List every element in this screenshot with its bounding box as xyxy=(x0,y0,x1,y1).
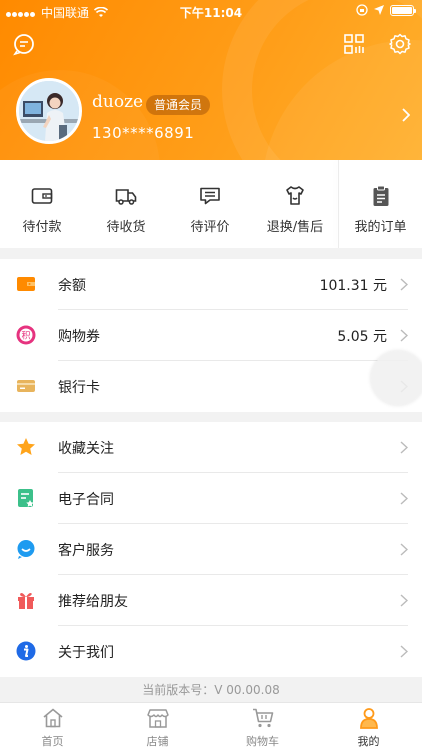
row-label: 电子合同 xyxy=(58,492,114,508)
order-pending-receipt[interactable]: 待收货 xyxy=(84,160,168,248)
coupon-value: 5.05 元 xyxy=(337,329,387,345)
balance-value: 101.31 元 xyxy=(319,278,387,294)
row-label: 客户服务 xyxy=(58,543,114,559)
wallet-icon xyxy=(31,188,53,204)
row-label: 推荐给朋友 xyxy=(58,594,128,610)
rotation-lock-icon xyxy=(356,4,368,16)
services-section: 收藏关注 电子合同 客户服务 推荐给朋友 关于我们 xyxy=(0,422,422,677)
tab-label: 店铺 xyxy=(146,735,169,748)
order-label: 待收货 xyxy=(106,220,146,235)
row-label: 银行卡 xyxy=(58,380,100,396)
customer-service-row[interactable]: 客户服务 xyxy=(0,524,422,575)
coupon-row[interactable]: 积 购物券 5.05 元 xyxy=(0,310,422,361)
gift-icon xyxy=(18,593,34,609)
tab-label: 我的 xyxy=(357,735,380,748)
row-label: 关于我们 xyxy=(58,645,114,661)
username: duoze xyxy=(92,92,144,112)
header-decoration xyxy=(222,0,422,160)
profile-header: 中国联通 下午11:04 duoze 普通会员 130****6891 xyxy=(0,0,422,160)
member-level-badge: 普通会员 xyxy=(146,95,211,115)
return-icon xyxy=(286,186,304,205)
tab-store[interactable]: 店铺 xyxy=(105,703,210,750)
profile-chevron-right-icon[interactable] xyxy=(402,108,410,122)
person-icon xyxy=(359,708,378,729)
truck-icon xyxy=(115,189,137,205)
home-icon xyxy=(42,708,63,728)
e-contract-row[interactable]: 电子合同 xyxy=(0,473,422,524)
tab-label: 首页 xyxy=(41,735,64,748)
message-icon[interactable] xyxy=(12,32,36,56)
recommend-friend-row[interactable]: 推荐给朋友 xyxy=(0,575,422,626)
row-label: 收藏关注 xyxy=(58,441,114,457)
status-bar: 中国联通 下午11:04 xyxy=(0,0,422,22)
finance-section: 余额 101.31 元 积 购物券 5.05 元 银行卡 xyxy=(0,259,422,412)
tab-home[interactable]: 首页 xyxy=(0,703,105,750)
chevron-right-icon xyxy=(400,492,408,505)
bank-card-icon xyxy=(17,380,35,392)
settings-icon[interactable] xyxy=(388,32,412,56)
info-icon xyxy=(16,641,36,661)
row-label: 余额 xyxy=(58,278,86,294)
tab-label: 购物车 xyxy=(246,735,279,748)
order-label: 我的订单 xyxy=(354,220,407,235)
avatar-image xyxy=(19,81,79,141)
coupon-icon: 积 xyxy=(16,325,36,345)
star-icon xyxy=(17,438,35,455)
order-returns[interactable]: 退换/售后 xyxy=(252,160,338,248)
battery-icon xyxy=(390,4,416,16)
bank-card-row[interactable]: 银行卡 xyxy=(0,361,422,412)
chevron-right-icon xyxy=(400,278,408,291)
order-label: 待评价 xyxy=(190,220,230,235)
location-icon xyxy=(374,5,384,15)
cart-icon xyxy=(252,708,273,728)
bottom-tab-bar: 首页 店铺 购物车 我的 xyxy=(0,702,422,750)
order-pending-review[interactable]: 待评价 xyxy=(168,160,252,248)
clipboard-icon xyxy=(373,185,388,206)
version-label: 当前版本号：V 00.00.08 xyxy=(142,683,280,697)
phone-number: 130****6891 xyxy=(92,124,195,142)
wallet-icon xyxy=(17,277,35,291)
chevron-right-icon xyxy=(400,329,408,342)
chevron-right-icon xyxy=(400,441,408,454)
contract-icon xyxy=(18,489,34,507)
chevron-right-icon xyxy=(400,543,408,556)
tab-cart[interactable]: 购物车 xyxy=(210,703,315,750)
order-shortcuts: 待付款 待收货 待评价 退换/售后 我的订单 xyxy=(0,160,422,248)
about-us-row[interactable]: 关于我们 xyxy=(0,626,422,677)
store-icon xyxy=(146,709,169,728)
favorites-row[interactable]: 收藏关注 xyxy=(0,422,422,473)
my-orders[interactable]: 我的订单 xyxy=(339,160,422,248)
chevron-right-icon xyxy=(400,645,408,658)
svg-text:积: 积 xyxy=(21,330,30,342)
order-label: 退换/售后 xyxy=(266,220,324,235)
tab-mine[interactable]: 我的 xyxy=(315,703,422,750)
floating-assistive-button[interactable] xyxy=(371,351,422,405)
balance-row[interactable]: 余额 101.31 元 xyxy=(0,259,422,310)
chevron-right-icon xyxy=(400,594,408,607)
comment-icon xyxy=(200,187,220,205)
customer-service-icon xyxy=(17,540,35,559)
avatar[interactable] xyxy=(16,78,82,144)
order-label: 待付款 xyxy=(22,220,62,235)
order-pending-payment[interactable]: 待付款 xyxy=(0,160,84,248)
qr-code-icon[interactable] xyxy=(342,32,366,56)
row-label: 购物券 xyxy=(58,329,100,345)
